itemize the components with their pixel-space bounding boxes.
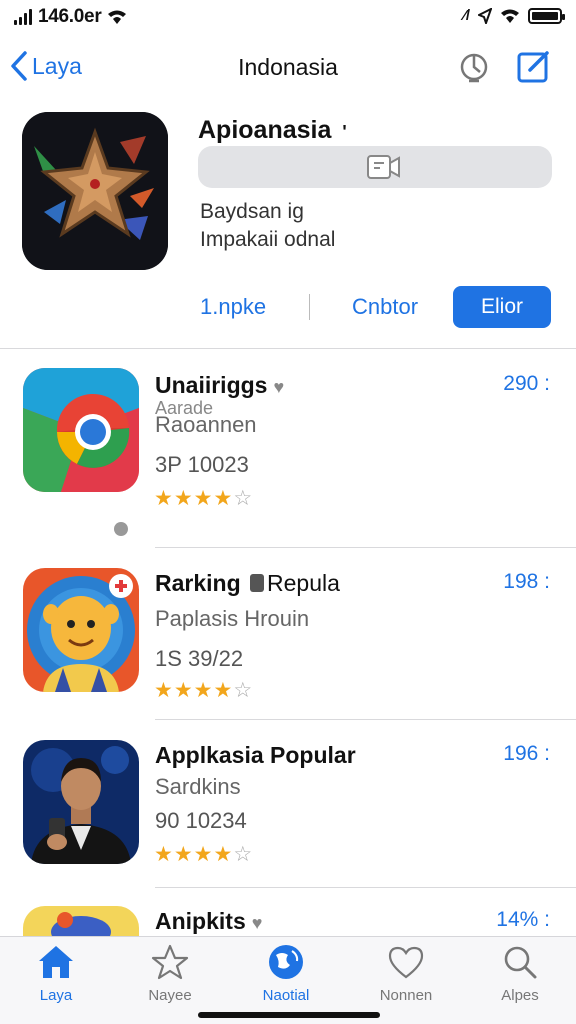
list-item[interactable]: Rarking Repula Paplasis Hrouin 1S 39/22 … [0,568,576,720]
app-name: Anipkits ♥ [155,908,263,934]
featured-progress-bar [198,146,552,188]
portrait-icon [23,740,139,864]
compose-icon [517,51,549,83]
mascot-icon [23,568,139,692]
tab-featured[interactable]: Nayee [122,943,218,1004]
rating-stars: ★★★★☆ [154,843,254,866]
tab-favorites[interactable]: Nonnen [358,943,454,1004]
row-divider [155,719,576,720]
list-item[interactable]: Anipkits ♥ 14% : [0,906,576,936]
video-icon [367,155,400,179]
featured-app-icon[interactable] [22,112,168,270]
timer-icon [460,53,488,83]
featured-developer: Baydsan ig [200,200,304,223]
timer-button[interactable] [456,48,492,84]
search-icon [504,946,537,979]
app-meta: 3P 10023 [155,452,249,477]
browser-icon [23,368,139,492]
app-price[interactable]: 198 : [503,570,550,594]
status-extra: ⁄/ [463,7,470,24]
tab-bar: Laya Nayee Naotial Nonnen Alpes [0,936,576,1024]
app-price[interactable]: 14% : [496,908,550,932]
app-price[interactable]: 196 : [503,742,550,766]
app-subtitle: Raoannen [155,412,257,437]
globe-icon [269,945,303,979]
heart-icon [388,946,424,979]
list-item[interactable]: Unaiiriggs ♥ Aarade Raoannen 3P 10023 ★★★… [0,368,576,548]
home-indicator [198,1012,380,1018]
tab-label: Alpes [501,987,539,1004]
chrome-app-icon[interactable] [23,368,139,492]
featured-actions: 1.npke Cnbtor Elior [0,286,576,328]
tab-home[interactable]: Laya [8,943,104,1004]
person-app-icon[interactable] [23,740,139,864]
tab-label: Nonnen [379,987,433,1004]
row-divider [155,547,576,548]
rating-stars: ★★★★☆ [154,487,254,510]
featured-category: Impakaii odnal [200,228,336,251]
signal-icon [14,9,32,25]
tab-label: Nayee [148,987,192,1004]
app-subtitle: Paplasis Hrouin [155,606,310,631]
wifi-icon [108,10,127,24]
status-bar: 146.0er ⁄/ [0,0,576,34]
tab-national[interactable]: Naotial [238,943,334,1004]
link-button-2[interactable]: Cnbtor [352,294,418,320]
info-dot-icon [114,522,128,536]
app-subtitle: Sardkins [155,774,241,799]
tab-search[interactable]: Alpes [472,943,568,1004]
location-icon [478,7,492,24]
app-meta: 1S 39/22 [155,646,244,671]
primary-action-button[interactable]: Elior [453,286,551,328]
featured-app-name: Apioanasia ' [198,116,347,144]
bookmark-icon [250,574,265,592]
app-name: Rarking Repula [155,570,340,596]
star-emblem-icon [22,112,168,270]
section-divider [0,348,576,349]
home-icon [39,946,73,978]
status-time: 146.0er [38,6,102,27]
app-price[interactable]: 290 : [503,372,550,396]
character-app-icon[interactable] [23,568,139,692]
rating-stars: ★★★★☆ [154,679,254,702]
row-divider [155,887,576,888]
name-mark: ' [342,122,347,142]
nav-bar: Laya Indonasia [0,40,576,94]
bird-app-icon[interactable] [23,906,139,936]
app-name: Unaiiriggs ♥ [155,372,285,398]
star-icon [151,944,189,980]
list-item[interactable]: Applkasia Popular Sardkins 90 10234 ★★★★… [0,740,576,888]
compose-button[interactable] [516,48,552,84]
app-tag: Repula [267,570,340,596]
tab-label: Laya [39,987,73,1004]
battery-icon [528,7,565,24]
tab-label: Naotial [262,987,310,1004]
app-name: Applkasia Popular [155,742,356,768]
status-left: 146.0er [14,6,127,28]
featured-app: Apioanasia ' Baydsan ig Impakaii odnal 1… [0,110,576,348]
bird-icon [23,906,139,936]
wifi-icon [501,9,519,23]
heart-icon: ♥ [273,377,285,397]
action-separator [309,294,310,320]
link-button-1[interactable]: 1.npke [200,294,266,320]
heart-icon: ♥ [251,913,263,933]
app-meta: 90 10234 [155,808,247,833]
status-right: ⁄/ [463,7,565,24]
